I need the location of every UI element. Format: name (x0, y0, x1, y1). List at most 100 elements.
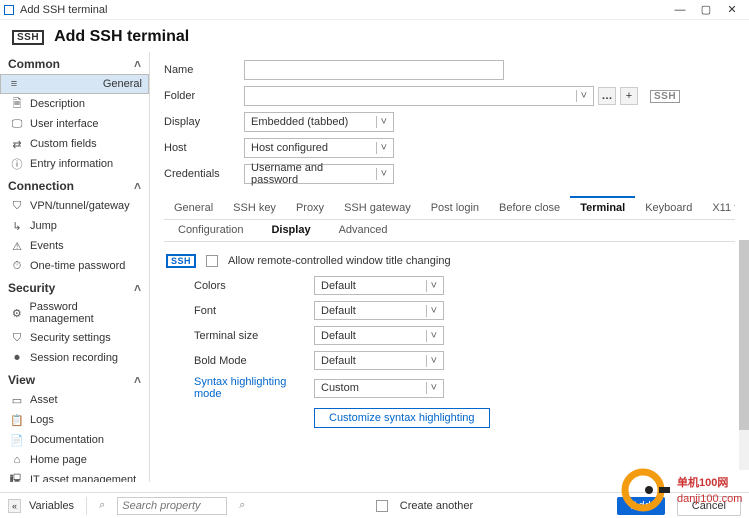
cred-select[interactable]: Username and password˅ (244, 164, 394, 184)
sidebar-item-it-asset-management[interactable]: 🖳IT asset management (0, 470, 149, 482)
tab-terminal[interactable]: Terminal (570, 196, 635, 219)
sidebar-item-session-recording[interactable]: ⏺Session recording (0, 348, 149, 368)
display-label: Display (164, 116, 244, 128)
maximize-button[interactable]: ▢ (693, 1, 719, 19)
sidebar-item-general[interactable]: ≡General (0, 74, 149, 94)
sidebar-item-icon: 📋 (10, 413, 24, 427)
tab-before-close[interactable]: Before close (489, 198, 570, 219)
sidebar-item-label: VPN/tunnel/gateway (30, 200, 130, 212)
display-settings-panel: SSH Allow remote-controlled window title… (164, 242, 735, 482)
sidebar-section-common[interactable]: Common˄ (0, 52, 149, 74)
sidebar-item-user-interface[interactable]: 🖵 User interface (0, 114, 149, 134)
close-button[interactable]: ✕ (719, 1, 745, 19)
create-another-label: Create another (400, 500, 473, 512)
tab-ssh-key[interactable]: SSH key (223, 198, 286, 219)
sidebar-item-label: Security settings (30, 332, 111, 344)
chevron-up-icon: ˄ (134, 373, 141, 387)
sidebar-item-icon: ⚙ (10, 306, 24, 320)
minimize-button[interactable]: — (667, 1, 693, 19)
sidebar-item-icon: ⓘ (10, 157, 24, 171)
sidebar-item-label: Custom fields (30, 138, 97, 150)
sidebar-item-security-settings[interactable]: ⛉Security settings (0, 328, 149, 348)
subtab-advanced[interactable]: Advanced (325, 220, 402, 241)
chevron-up-icon: ˄ (134, 57, 141, 71)
sidebar-item-documentation[interactable]: 📄 Documentation (0, 430, 149, 450)
setting-label: Colors (194, 280, 314, 292)
sidebar-item-events[interactable]: ⚠ Events (0, 236, 149, 256)
setting-row-syntax-highlighting-mode: Syntax highlighting modeCustom˅ (164, 376, 735, 400)
add-button[interactable]: Add (617, 497, 665, 515)
tabs: GeneralSSH keyProxySSH gatewayPost login… (164, 196, 735, 220)
sidebar-item-vpn-tunnel-gateway[interactable]: ⛉ VPN/tunnel/gateway (0, 196, 149, 216)
sidebar-item-password-management[interactable]: ⚙ Password management (0, 298, 149, 328)
folder-select[interactable]: ˅ (244, 86, 594, 106)
setting-select[interactable]: Default˅ (314, 301, 444, 320)
sidebar-item-one-time-password[interactable]: ⏱ One-time password (0, 256, 149, 276)
setting-select[interactable]: Default˅ (314, 326, 444, 345)
sidebar-item-icon: 🖵 (10, 117, 24, 131)
sidebar-item-icon: ⛉ (10, 199, 24, 213)
tab-x-forwarding[interactable]: X11 forwarding (702, 198, 735, 219)
sidebar-section-connection[interactable]: Connection˄ (0, 174, 149, 196)
search-button-icon[interactable]: ⌕ (239, 499, 245, 512)
sidebar-item-description[interactable]: 🗎 Description (0, 94, 149, 114)
sidebar-section-view[interactable]: View˄ (0, 368, 149, 390)
titlebar: Add SSH terminal — ▢ ✕ (0, 0, 749, 20)
sidebar-item-label: One-time password (30, 260, 125, 272)
sidebar-item-icon: 📄 (10, 433, 24, 447)
host-select[interactable]: Host configured˅ (244, 138, 394, 158)
sidebar-item-label: Asset (30, 394, 58, 406)
display-select[interactable]: Embedded (tabbed)˅ (244, 112, 394, 132)
search-property-input[interactable] (117, 497, 227, 515)
folder-browse-button[interactable]: … (598, 87, 616, 105)
chevron-up-icon: ˄ (134, 281, 141, 295)
sidebar-item-jump[interactable]: ↳Jump (0, 216, 149, 236)
sidebar-item-icon: ⇄ (10, 137, 24, 151)
setting-select[interactable]: Default˅ (314, 351, 444, 370)
sidebar-item-icon: 🗎 (10, 97, 24, 111)
tab-keyboard[interactable]: Keyboard (635, 198, 702, 219)
sidebar-item-icon: ⚠ (10, 239, 24, 253)
sidebar-item-label: Events (30, 240, 64, 252)
folder-add-button[interactable]: + (620, 87, 638, 105)
collapse-button[interactable]: « (8, 499, 21, 513)
create-another-checkbox[interactable] (376, 500, 388, 512)
folder-label: Folder (164, 90, 244, 102)
vertical-scrollbar[interactable] (739, 240, 749, 470)
sidebar-item-entry-information[interactable]: ⓘEntry information (0, 154, 149, 174)
sidebar-item-logs[interactable]: 📋 Logs (0, 410, 149, 430)
subtab-configuration[interactable]: Configuration (164, 220, 257, 241)
setting-label: Terminal size (194, 330, 314, 342)
allow-remote-checkbox[interactable] (206, 255, 218, 267)
ssh-badge-icon: SSH (650, 90, 680, 103)
setting-select[interactable]: Custom˅ (314, 379, 444, 398)
sidebar-item-label: Logs (30, 414, 54, 426)
setting-row-colors: ColorsDefault˅ (164, 276, 735, 295)
app-icon (4, 5, 14, 15)
sidebar-section-security[interactable]: Security˄ (0, 276, 149, 298)
sidebar-item-label: Documentation (30, 434, 104, 446)
setting-select[interactable]: Default˅ (314, 276, 444, 295)
ssh-icon: SSH (12, 30, 44, 45)
sidebar-item-label: Password management (30, 301, 142, 325)
name-input[interactable] (244, 60, 504, 80)
setting-row-terminal-size: Terminal sizeDefault˅ (164, 326, 735, 345)
tab-proxy[interactable]: Proxy (286, 198, 334, 219)
sidebar: Common˄≡General 🗎 Description 🖵 User interfa… (0, 52, 150, 482)
subtab-display[interactable]: Display (257, 220, 324, 241)
sidebar-item-label: User interface (30, 118, 98, 130)
sidebar-item-label: Description (30, 98, 85, 110)
ssh-small-icon: SSH (166, 254, 196, 268)
sidebar-item-custom-fields[interactable]: ⇄ Custom fields (0, 134, 149, 154)
sidebar-item-asset[interactable]: ▭Asset (0, 390, 149, 410)
tab-ssh-gateway[interactable]: SSH gateway (334, 198, 421, 219)
subtabs: ConfigurationDisplayAdvanced (164, 220, 735, 242)
setting-label[interactable]: Syntax highlighting mode (194, 376, 314, 400)
sidebar-item-home-page[interactable]: ⌂Home page (0, 450, 149, 470)
tab-post-login[interactable]: Post login (421, 198, 489, 219)
customize-syntax-button[interactable]: Customize syntax highlighting (314, 408, 490, 428)
variables-label[interactable]: Variables (29, 500, 74, 512)
tab-general[interactable]: General (164, 198, 223, 219)
sidebar-item-icon: ⏱ (10, 259, 24, 273)
cancel-button[interactable]: Cancel (677, 496, 741, 516)
